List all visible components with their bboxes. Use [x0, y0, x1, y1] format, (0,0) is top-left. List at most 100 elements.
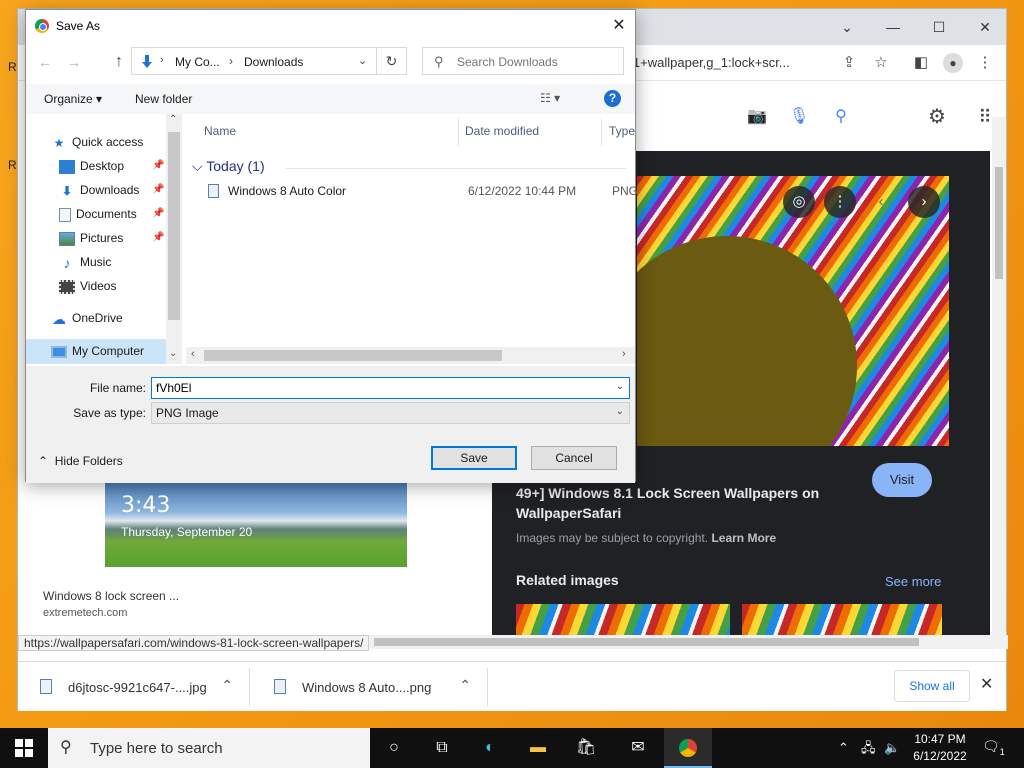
search-input[interactable]: [457, 52, 617, 72]
forward-arrow-icon[interactable]: →: [64, 52, 84, 72]
image-file-icon: [274, 679, 286, 694]
show-all-button[interactable]: Show all: [894, 670, 970, 702]
scrollbar-thumb[interactable]: [204, 350, 502, 361]
chevron-down-icon[interactable]: ⌄: [358, 54, 367, 67]
close-button[interactable]: ✕: [962, 15, 1008, 39]
scroll-right-icon[interactable]: ›: [622, 348, 626, 360]
image-result-card[interactable]: 3:43 Thursday, September 20 Windows 8 lo…: [40, 483, 470, 633]
new-folder-button[interactable]: New folder: [135, 92, 192, 106]
vertical-scrollbar[interactable]: [992, 117, 1006, 635]
visit-button[interactable]: Visit: [872, 463, 932, 497]
scrollbar-thumb[interactable]: [168, 132, 180, 320]
learn-more-link[interactable]: Learn More: [711, 531, 776, 545]
start-button[interactable]: [0, 728, 48, 768]
clock-date: 6/12/2022: [913, 749, 967, 763]
column-divider[interactable]: [601, 118, 602, 146]
pin-icon[interactable]: 📌: [152, 179, 164, 201]
help-icon[interactable]: ?: [604, 90, 621, 107]
chevron-down-icon[interactable]: ⌄: [616, 381, 624, 392]
scrollbar-thumb[interactable]: [995, 167, 1003, 279]
downloads-folder-icon: [142, 55, 152, 68]
file-name-field[interactable]: ⌄: [151, 377, 630, 399]
previous-image-icon[interactable]: ‹: [865, 186, 897, 218]
nav-item-my-computer[interactable]: My Computer: [51, 340, 144, 362]
system-clock[interactable]: 10:47 PM 6/12/2022: [908, 731, 972, 765]
close-icon[interactable]: ✕: [980, 674, 993, 694]
hide-folders-button[interactable]: ⌃ Hide Folders: [38, 454, 123, 468]
save-as-type-select[interactable]: PNG Image ⌄: [151, 402, 630, 424]
taskbar-search-box[interactable]: ⚲ Type here to search: [48, 728, 370, 768]
mail-envelope-icon[interactable]: ✉: [614, 728, 662, 768]
notification-center-icon[interactable]: 🗨1: [982, 738, 1005, 757]
tab-search-icon[interactable]: ⌄: [824, 15, 870, 39]
nav-item-videos[interactable]: Videos: [59, 275, 116, 297]
search-box[interactable]: ⚲: [422, 47, 624, 75]
nav-pane-scrollbar[interactable]: ⌃ ⌄: [166, 114, 182, 364]
download-item[interactable]: d6jtosc-9921c647-....jpg ⌃: [18, 668, 250, 706]
share-icon[interactable]: ⇪: [837, 51, 861, 75]
breadcrumb-segment[interactable]: Downloads: [244, 55, 303, 69]
chevron-up-icon[interactable]: ⌃: [221, 677, 233, 694]
navigation-pane: ★ Quick access Desktop 📌 ⬇ Downloads 📌 Docum…: [26, 114, 182, 364]
chevron-down-icon[interactable]: ⌄: [616, 406, 624, 417]
maximize-button[interactable]: ☐: [916, 15, 962, 39]
side-panel-icon[interactable]: ◧: [909, 51, 933, 75]
microphone-icon[interactable]: 🎙: [787, 105, 811, 129]
chevron-up-icon[interactable]: ⌃: [459, 677, 471, 694]
file-list-horizontal-scrollbar[interactable]: ‹ ›: [186, 347, 635, 364]
camera-icon[interactable]: 📷: [745, 105, 769, 129]
address-bar[interactable]: s+8.1+wallpaper,g_1:lock+scr...: [608, 50, 858, 76]
menu-kebab-icon[interactable]: ⋮: [973, 51, 997, 75]
chrome-taskbar-icon[interactable]: [664, 728, 712, 768]
preview-title[interactable]: 49+] Windows 8.1 Lock Screen Wallpapers …: [516, 483, 846, 523]
cortana-icon[interactable]: ○: [370, 728, 418, 768]
next-image-icon[interactable]: ›: [908, 186, 940, 218]
scroll-up-icon[interactable]: ⌃: [169, 114, 177, 125]
file-row[interactable]: Windows 8 Auto Color 6/12/2022 10:44 PM …: [204, 180, 638, 202]
network-icon[interactable]: 🖧: [861, 728, 876, 768]
column-header-name[interactable]: Name: [204, 124, 236, 138]
scroll-down-icon[interactable]: ⌄: [169, 348, 177, 359]
settings-gear-icon[interactable]: ⚙: [925, 105, 949, 129]
refresh-icon[interactable]: ↻: [377, 47, 407, 75]
close-icon[interactable]: ✕: [606, 15, 632, 37]
file-name-input[interactable]: [156, 380, 596, 396]
task-view-icon[interactable]: ⧉: [418, 728, 466, 768]
back-arrow-icon[interactable]: ←: [35, 52, 55, 72]
column-divider[interactable]: [458, 118, 459, 146]
store-bag-icon[interactable]: 🛍: [562, 728, 610, 768]
scroll-left-icon[interactable]: ‹: [191, 348, 195, 360]
see-more-link[interactable]: See more: [885, 574, 941, 589]
volume-icon[interactable]: 🔈: [884, 728, 900, 768]
organize-menu[interactable]: Organize ▾: [44, 92, 102, 106]
edge-browser-icon[interactable]: ◐: [466, 728, 514, 768]
more-options-icon[interactable]: ⋮: [824, 186, 856, 218]
nav-item-quick-access[interactable]: ★ Quick access: [51, 131, 144, 153]
group-header[interactable]: ⌵ Today (1): [192, 158, 265, 175]
cancel-button[interactable]: Cancel: [531, 446, 617, 470]
lens-icon[interactable]: ◎: [783, 186, 815, 218]
bookmark-star-icon[interactable]: ☆: [869, 51, 893, 75]
show-hidden-icons-chevron-icon[interactable]: ⌃: [838, 728, 849, 768]
file-explorer-icon[interactable]: ▬: [514, 728, 562, 768]
pin-icon[interactable]: 📌: [152, 203, 164, 225]
breadcrumb-segment[interactable]: My Co...: [175, 55, 220, 69]
profile-avatar-icon[interactable]: ●: [941, 51, 965, 75]
column-header-date[interactable]: Date modified: [465, 124, 539, 138]
result-title[interactable]: Windows 8 lock screen ...: [43, 589, 179, 603]
breadcrumb-separator-icon[interactable]: ›: [229, 54, 233, 68]
column-header-type[interactable]: Type: [609, 124, 635, 138]
up-arrow-icon[interactable]: ↑: [109, 52, 129, 72]
pin-icon[interactable]: 📌: [152, 227, 164, 249]
search-icon[interactable]: ⚲: [829, 105, 853, 129]
result-thumbnail[interactable]: 3:43 Thursday, September 20: [105, 483, 407, 567]
scrollbar-thumb[interactable]: [374, 638, 919, 646]
save-button[interactable]: Save: [431, 446, 517, 470]
nav-item-onedrive[interactable]: ☁ OneDrive: [51, 307, 123, 329]
view-options-icon[interactable]: ☷ ▾: [540, 91, 560, 105]
minimize-button[interactable]: —: [870, 15, 916, 39]
pin-icon[interactable]: 📌: [152, 155, 164, 177]
download-item[interactable]: Windows 8 Auto....png ⌃: [252, 668, 488, 706]
nav-item-music[interactable]: ♪ Music: [59, 251, 112, 273]
address-breadcrumb[interactable]: › My Co... › Downloads ⌄: [131, 47, 377, 75]
